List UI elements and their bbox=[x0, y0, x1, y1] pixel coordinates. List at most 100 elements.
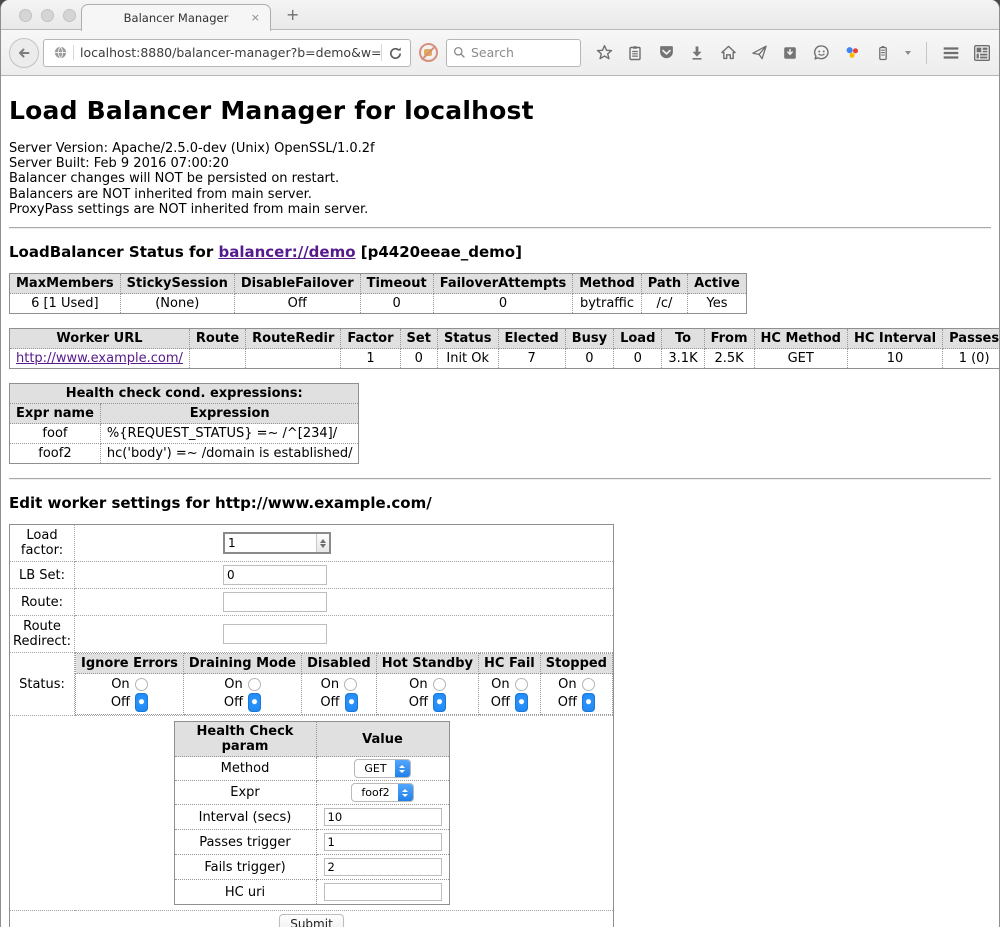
radio-ignore-errors-on[interactable] bbox=[135, 678, 148, 691]
edit-worker-heading: Edit worker settings for http://www.exam… bbox=[9, 494, 991, 512]
cell-load: 0 bbox=[614, 349, 662, 369]
bookmark-star-icon[interactable] bbox=[595, 44, 613, 62]
zoom-window-button[interactable] bbox=[63, 9, 76, 22]
load-factor-field[interactable] bbox=[225, 534, 316, 552]
pocket-icon[interactable] bbox=[657, 44, 675, 62]
toolbar-icons bbox=[595, 42, 991, 64]
col-disabled: Disabled bbox=[302, 654, 377, 674]
server-built-line: Server Built: Feb 9 2016 07:00:20 bbox=[9, 156, 991, 171]
expr-table: Health check cond. expressions: Expr nam… bbox=[9, 383, 359, 464]
cell-failoverattempts: 0 bbox=[433, 294, 573, 314]
battery-sidebar-icon[interactable] bbox=[874, 44, 892, 62]
col-passes: Passes bbox=[943, 329, 1000, 349]
radio-draining-mode-on[interactable] bbox=[248, 678, 261, 691]
colored-dots-icon[interactable] bbox=[843, 44, 861, 62]
radio-hot-standby-on[interactable] bbox=[433, 678, 446, 691]
hc-passes-label: Passes trigger bbox=[174, 830, 316, 855]
back-button[interactable] bbox=[9, 38, 39, 68]
radio-hc-fail-off[interactable] bbox=[515, 693, 528, 712]
share-plane-icon[interactable] bbox=[750, 44, 768, 62]
tab-balancer-manager[interactable]: Balancer Manager × bbox=[81, 4, 271, 31]
home-icon[interactable] bbox=[719, 44, 737, 62]
route-redirect-row: Route Redirect: bbox=[10, 616, 614, 653]
radio-stopped-on[interactable] bbox=[582, 678, 595, 691]
chat-smiley-icon[interactable] bbox=[812, 44, 830, 62]
hc-fails-label: Fails trigger) bbox=[174, 855, 316, 880]
cell-disablefailover: Off bbox=[234, 294, 360, 314]
select-stepper-icon bbox=[395, 759, 410, 778]
url-bar[interactable]: localhost:8880/balancer-manager?b=demo&w… bbox=[43, 39, 411, 67]
cell-hc-interval: 10 bbox=[847, 349, 942, 369]
hc-fails-row: Fails trigger) bbox=[174, 855, 449, 880]
hc-passes-input[interactable] bbox=[324, 833, 442, 851]
status-radios-row: On Off On Off On Off bbox=[76, 674, 613, 715]
lb-set-row: LB Set: bbox=[10, 562, 614, 589]
hc-interval-input[interactable] bbox=[324, 808, 442, 826]
submit-button[interactable]: Submit bbox=[279, 914, 344, 927]
script-blocker-icon[interactable] bbox=[419, 43, 438, 62]
downloads-icon[interactable] bbox=[688, 44, 706, 62]
radio-hc-fail-on[interactable] bbox=[515, 678, 528, 691]
col-routeredir: RouteRedir bbox=[246, 329, 341, 349]
heading-suffix: [p4420eeae_demo] bbox=[356, 243, 522, 261]
load-factor-input[interactable] bbox=[223, 532, 331, 554]
server-info: Server Version: Apache/2.5.0-dev (Unix) … bbox=[9, 141, 991, 217]
col-hc-value: Value bbox=[316, 722, 449, 757]
balancer-demo-link[interactable]: balancer://demo bbox=[218, 243, 355, 261]
worker-header-row: Worker URL Route RouteRedir Factor Set S… bbox=[10, 329, 1000, 349]
hc-uri-row: HC uri bbox=[174, 880, 449, 905]
lb-set-label: LB Set: bbox=[10, 562, 75, 589]
new-tab-button[interactable]: + bbox=[286, 5, 299, 24]
route-input[interactable] bbox=[223, 592, 327, 612]
off-label: Off bbox=[224, 694, 243, 711]
window-download-icon[interactable] bbox=[781, 44, 799, 62]
lb-set-input[interactable] bbox=[223, 565, 327, 585]
reading-list-icon[interactable] bbox=[626, 44, 644, 62]
cell-active: Yes bbox=[688, 294, 747, 314]
hc-expr-row: Expr foof2 bbox=[174, 781, 449, 805]
expr-table-title: Health check cond. expressions: bbox=[10, 384, 359, 404]
col-stickysession: StickySession bbox=[120, 274, 234, 294]
worker-url-link[interactable]: http://www.example.com/ bbox=[16, 351, 183, 366]
menu-hamburger-icon[interactable] bbox=[942, 44, 960, 62]
globe-icon bbox=[48, 45, 74, 60]
on-label: On bbox=[111, 676, 129, 693]
route-label: Route: bbox=[10, 589, 75, 616]
radio-ignore-errors-off[interactable] bbox=[135, 693, 148, 712]
cell-expr-name: foof bbox=[10, 424, 101, 444]
status-row: Status: Ignore Errors Draining Mode Disa… bbox=[10, 653, 614, 716]
worker-data-row: http://www.example.com/ 1 0 Init Ok 7 0 … bbox=[10, 349, 1000, 369]
radio-disabled-on[interactable] bbox=[344, 678, 357, 691]
tab-close-icon[interactable]: × bbox=[251, 11, 260, 24]
server-version-line: Server Version: Apache/2.5.0-dev (Unix) … bbox=[9, 141, 991, 156]
radio-stopped-off[interactable] bbox=[582, 693, 595, 712]
cell-path: /c/ bbox=[641, 294, 687, 314]
tile-grid-icon[interactable] bbox=[973, 44, 991, 62]
balancer-data-row: 6 [1 Used] (None) Off 0 0 bytraffic /c/ … bbox=[10, 294, 747, 314]
close-window-button[interactable] bbox=[19, 9, 32, 22]
route-redirect-input[interactable] bbox=[223, 624, 327, 644]
radio-disabled-off[interactable] bbox=[345, 693, 358, 712]
hc-method-select[interactable]: GET bbox=[354, 759, 410, 778]
hc-expr-select[interactable]: foof2 bbox=[351, 783, 413, 802]
radio-hot-standby-off[interactable] bbox=[433, 693, 446, 712]
radio-draining-mode-off[interactable] bbox=[248, 693, 261, 712]
hc-uri-label: HC uri bbox=[174, 880, 316, 905]
minimize-window-button[interactable] bbox=[41, 9, 54, 22]
col-method: Method bbox=[573, 274, 641, 294]
hc-expr-label: Expr bbox=[174, 781, 316, 805]
hc-fails-input[interactable] bbox=[324, 858, 442, 876]
on-label: On bbox=[409, 676, 427, 693]
search-bar[interactable]: Search bbox=[446, 39, 581, 67]
url-text[interactable]: localhost:8880/balancer-manager?b=demo&w… bbox=[80, 45, 381, 60]
balancer-header-row: MaxMembers StickySession DisableFailover… bbox=[10, 274, 747, 294]
cell-expression: hc('body') =~ /domain is established/ bbox=[100, 444, 359, 464]
cell-hc-method: GET bbox=[754, 349, 847, 369]
hc-uri-input[interactable] bbox=[324, 883, 442, 901]
expr-row-foof2: foof2 hc('body') =~ /domain is establish… bbox=[10, 444, 359, 464]
col-from: From bbox=[704, 329, 754, 349]
overflow-caret-icon[interactable] bbox=[905, 51, 911, 55]
balancers-warning-line: Balancers are NOT inherited from main se… bbox=[9, 187, 991, 202]
reload-button[interactable] bbox=[381, 44, 406, 61]
number-stepper-icon[interactable] bbox=[316, 534, 329, 552]
